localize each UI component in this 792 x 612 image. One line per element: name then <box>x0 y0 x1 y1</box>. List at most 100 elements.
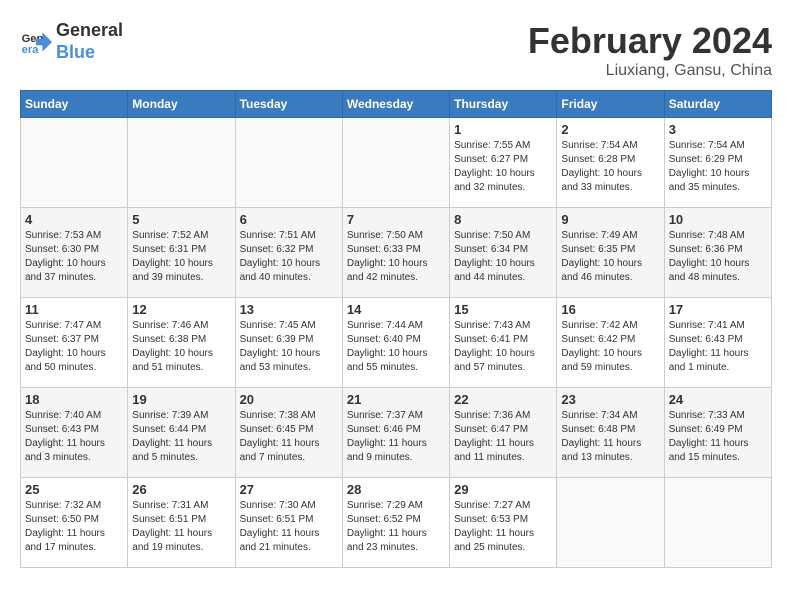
table-row: 2 Sunrise: 7:54 AM Sunset: 6:28 PM Daylig… <box>557 118 664 208</box>
day-number: 25 <box>25 482 123 497</box>
day-info: Sunrise: 7:33 AM Sunset: 6:49 PM Dayligh… <box>669 409 767 465</box>
table-row: 12 Sunrise: 7:46 AM Sunset: 6:38 PM Dayli… <box>128 298 235 388</box>
day-number: 20 <box>240 392 338 407</box>
day-number: 27 <box>240 482 338 497</box>
table-row: 21Sunrise: 7:37 AM Sunset: 6:46 PM Dayli… <box>342 388 449 478</box>
weekday-header-sunday: Sunday <box>21 91 128 118</box>
day-info: Sunrise: 7:40 AM Sunset: 6:43 PM Dayligh… <box>25 409 123 465</box>
logo-general: General <box>56 20 123 42</box>
table-row: 23 Sunrise: 7:34 AM Sunset: 6:48 PM Dayli… <box>557 388 664 478</box>
day-info: Sunrise: 7:27 AM Sunset: 6:53 PM Dayligh… <box>454 499 552 555</box>
day-info: Sunrise: 7:49 AM Sunset: 6:35 PM Dayligh… <box>561 229 659 285</box>
day-number: 24 <box>669 392 767 407</box>
table-row <box>128 118 235 208</box>
table-row <box>235 118 342 208</box>
day-info: Sunrise: 7:30 AM Sunset: 6:51 PM Dayligh… <box>240 499 338 555</box>
table-row: 28Sunrise: 7:29 AM Sunset: 6:52 PM Dayli… <box>342 478 449 568</box>
day-info: Sunrise: 7:50 AM Sunset: 6:33 PM Dayligh… <box>347 229 445 285</box>
table-row: 1 Sunrise: 7:55 AM Sunset: 6:27 PM Daylig… <box>450 118 557 208</box>
day-number: 2 <box>561 122 659 137</box>
day-number: 26 <box>132 482 230 497</box>
title-section: February 2024 Liuxiang, Gansu, China <box>528 20 772 80</box>
logo-icon: Gen era <box>20 26 52 58</box>
table-row: 7 Sunrise: 7:50 AM Sunset: 6:33 PM Daylig… <box>342 208 449 298</box>
day-info: Sunrise: 7:55 AM Sunset: 6:27 PM Dayligh… <box>454 139 552 195</box>
day-info: Sunrise: 7:46 AM Sunset: 6:38 PM Dayligh… <box>132 319 230 375</box>
weekday-header-saturday: Saturday <box>664 91 771 118</box>
day-number: 22 <box>454 392 552 407</box>
table-row: 26 Sunrise: 7:31 AM Sunset: 6:51 PM Dayli… <box>128 478 235 568</box>
day-number: 10 <box>669 212 767 227</box>
day-number: 4 <box>25 212 123 227</box>
day-number: 15 <box>454 302 552 317</box>
table-row: 25Sunrise: 7:32 AM Sunset: 6:50 PM Dayli… <box>21 478 128 568</box>
table-row <box>342 118 449 208</box>
logo-blue: Blue <box>56 42 123 64</box>
day-info: Sunrise: 7:52 AM Sunset: 6:31 PM Dayligh… <box>132 229 230 285</box>
day-number: 23 <box>561 392 659 407</box>
day-number: 14 <box>347 302 445 317</box>
table-row: 17Sunrise: 7:41 AM Sunset: 6:43 PM Dayli… <box>664 298 771 388</box>
day-info: Sunrise: 7:31 AM Sunset: 6:51 PM Dayligh… <box>132 499 230 555</box>
header: Gen era General Blue February 2024 Liuxi… <box>20 20 772 80</box>
day-number: 12 <box>132 302 230 317</box>
day-info: Sunrise: 7:37 AM Sunset: 6:46 PM Dayligh… <box>347 409 445 465</box>
weekday-header-tuesday: Tuesday <box>235 91 342 118</box>
day-info: Sunrise: 7:50 AM Sunset: 6:34 PM Dayligh… <box>454 229 552 285</box>
table-row: 6Sunrise: 7:51 AM Sunset: 6:32 PM Daylig… <box>235 208 342 298</box>
day-info: Sunrise: 7:51 AM Sunset: 6:32 PM Dayligh… <box>240 229 338 285</box>
table-row: 16 Sunrise: 7:42 AM Sunset: 6:42 PM Dayli… <box>557 298 664 388</box>
day-number: 7 <box>347 212 445 227</box>
table-row: 18 Sunrise: 7:40 AM Sunset: 6:43 PM Dayli… <box>21 388 128 478</box>
table-row <box>21 118 128 208</box>
table-row: 29 Sunrise: 7:27 AM Sunset: 6:53 PM Dayli… <box>450 478 557 568</box>
table-row: 10Sunrise: 7:48 AM Sunset: 6:36 PM Dayli… <box>664 208 771 298</box>
day-info: Sunrise: 7:29 AM Sunset: 6:52 PM Dayligh… <box>347 499 445 555</box>
table-row: 3 Sunrise: 7:54 AM Sunset: 6:29 PM Daylig… <box>664 118 771 208</box>
day-number: 16 <box>561 302 659 317</box>
day-info: Sunrise: 7:47 AM Sunset: 6:37 PM Dayligh… <box>25 319 123 375</box>
table-row <box>557 478 664 568</box>
day-info: Sunrise: 7:36 AM Sunset: 6:47 PM Dayligh… <box>454 409 552 465</box>
calendar-week-row: 11Sunrise: 7:47 AM Sunset: 6:37 PM Dayli… <box>21 298 772 388</box>
weekday-header-friday: Friday <box>557 91 664 118</box>
calendar: SundayMondayTuesdayWednesdayThursdayFrid… <box>20 90 772 568</box>
day-info: Sunrise: 7:34 AM Sunset: 6:48 PM Dayligh… <box>561 409 659 465</box>
day-number: 13 <box>240 302 338 317</box>
day-info: Sunrise: 7:54 AM Sunset: 6:29 PM Dayligh… <box>669 139 767 195</box>
calendar-week-row: 25Sunrise: 7:32 AM Sunset: 6:50 PM Dayli… <box>21 478 772 568</box>
day-number: 17 <box>669 302 767 317</box>
weekday-header-row: SundayMondayTuesdayWednesdayThursdayFrid… <box>21 91 772 118</box>
month-title: February 2024 <box>528 20 772 62</box>
table-row <box>664 478 771 568</box>
day-number: 19 <box>132 392 230 407</box>
weekday-header-monday: Monday <box>128 91 235 118</box>
table-row: 20Sunrise: 7:38 AM Sunset: 6:45 PM Dayli… <box>235 388 342 478</box>
day-number: 8 <box>454 212 552 227</box>
day-number: 3 <box>669 122 767 137</box>
table-row: 14 Sunrise: 7:44 AM Sunset: 6:40 PM Dayli… <box>342 298 449 388</box>
calendar-week-row: 18 Sunrise: 7:40 AM Sunset: 6:43 PM Dayli… <box>21 388 772 478</box>
day-number: 29 <box>454 482 552 497</box>
day-number: 9 <box>561 212 659 227</box>
day-info: Sunrise: 7:39 AM Sunset: 6:44 PM Dayligh… <box>132 409 230 465</box>
weekday-header-wednesday: Wednesday <box>342 91 449 118</box>
day-info: Sunrise: 7:44 AM Sunset: 6:40 PM Dayligh… <box>347 319 445 375</box>
day-info: Sunrise: 7:45 AM Sunset: 6:39 PM Dayligh… <box>240 319 338 375</box>
table-row: 8 Sunrise: 7:50 AM Sunset: 6:34 PM Daylig… <box>450 208 557 298</box>
table-row: 9 Sunrise: 7:49 AM Sunset: 6:35 PM Daylig… <box>557 208 664 298</box>
day-info: Sunrise: 7:54 AM Sunset: 6:28 PM Dayligh… <box>561 139 659 195</box>
table-row: 27 Sunrise: 7:30 AM Sunset: 6:51 PM Dayli… <box>235 478 342 568</box>
calendar-week-row: 4Sunrise: 7:53 AM Sunset: 6:30 PM Daylig… <box>21 208 772 298</box>
table-row: 22 Sunrise: 7:36 AM Sunset: 6:47 PM Dayli… <box>450 388 557 478</box>
table-row: 13 Sunrise: 7:45 AM Sunset: 6:39 PM Dayli… <box>235 298 342 388</box>
logo: Gen era General Blue <box>20 20 123 63</box>
day-info: Sunrise: 7:42 AM Sunset: 6:42 PM Dayligh… <box>561 319 659 375</box>
table-row: 11Sunrise: 7:47 AM Sunset: 6:37 PM Dayli… <box>21 298 128 388</box>
day-number: 1 <box>454 122 552 137</box>
calendar-week-row: 1 Sunrise: 7:55 AM Sunset: 6:27 PM Daylig… <box>21 118 772 208</box>
day-number: 18 <box>25 392 123 407</box>
table-row: 19 Sunrise: 7:39 AM Sunset: 6:44 PM Dayli… <box>128 388 235 478</box>
weekday-header-thursday: Thursday <box>450 91 557 118</box>
table-row: 24 Sunrise: 7:33 AM Sunset: 6:49 PM Dayli… <box>664 388 771 478</box>
